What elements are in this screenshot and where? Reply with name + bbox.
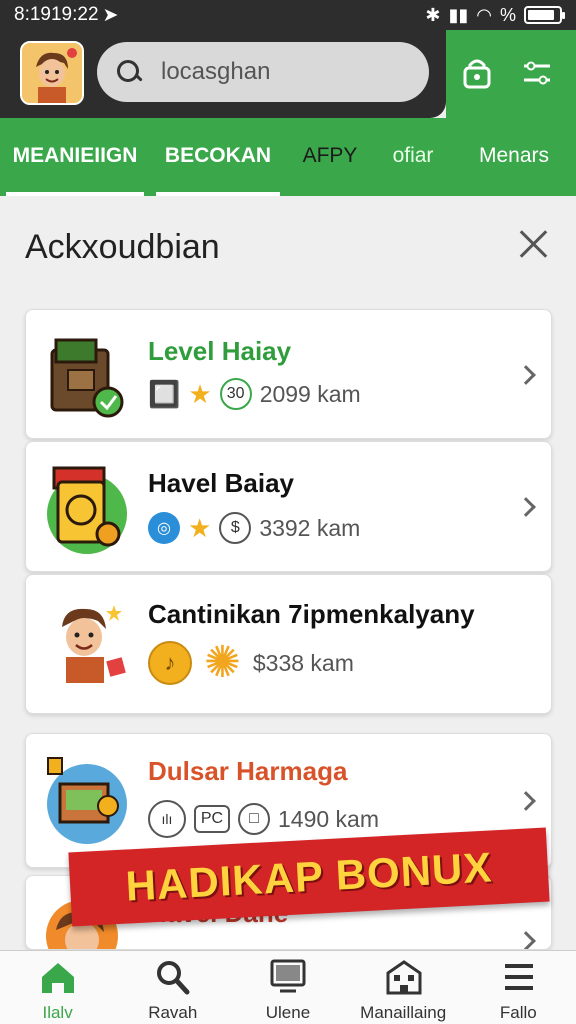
status-bar: 8:1919:22 ➤ ✱ ▮▮ ◠ % — [0, 0, 576, 30]
card-title-text: Level Haiay — [148, 336, 292, 366]
card-title: Dulsar Harmaga — [148, 756, 347, 787]
nav-menu[interactable]: Fallo — [461, 951, 576, 1024]
nav-label: Ulene — [265, 1003, 311, 1022]
nav-label: Ilalv — [42, 1003, 73, 1022]
menu-icon — [504, 964, 533, 990]
star-icon: ★ — [188, 378, 212, 409]
card-meta: ♪ ✺ $338 kam — [148, 641, 354, 685]
card-distance: $338 kam — [252, 649, 354, 676]
chevron-right-icon — [516, 497, 536, 517]
tab-becokan[interactable]: BECOKAN — [150, 118, 286, 196]
wifi-icon: ◠ — [476, 4, 492, 25]
pc-badge-text: PC — [200, 810, 224, 827]
building-icon — [386, 960, 422, 995]
card-title-text: Dulsar Harmaga — [148, 756, 348, 786]
search-icon — [115, 58, 143, 86]
location-icon: ➤ — [102, 4, 119, 26]
card-title: Cantinikan 7ipmenkalyany — [148, 599, 475, 630]
bottom-nav: Ilalv Ravah Ulene Manaillaing Fallo — [0, 950, 576, 1024]
30-badge-icon: 30 — [219, 378, 252, 410]
chevron-right-icon — [516, 791, 536, 811]
nav-monitor[interactable]: Ulene — [230, 951, 345, 1024]
card-title-text: Cantinikan 7ipmenkalyany — [148, 599, 475, 629]
tab-afpy[interactable]: AFPY — [286, 118, 374, 196]
tab-meanieiign[interactable]: MEANIEIIGN — [0, 118, 150, 196]
compass-icon: ◎ — [148, 512, 180, 544]
tab-menars[interactable]: Menars — [452, 118, 576, 196]
nav-home[interactable]: Ilalv — [0, 951, 115, 1024]
section-title: Ackxoudbian — [25, 228, 220, 266]
avatar-illustration — [22, 43, 82, 103]
chest-icon — [42, 754, 132, 844]
filter-icon[interactable] — [520, 56, 554, 90]
card-distance: 3392 kam — [259, 514, 361, 541]
app-header: locasghan — [0, 30, 576, 118]
dollar-icon: $ — [219, 512, 252, 544]
profile-avatar[interactable] — [20, 41, 84, 105]
search-icon — [157, 961, 190, 995]
chevron-right-icon — [516, 931, 536, 949]
card-title-text: Havel Baiay — [148, 468, 294, 498]
nav-label: Ravah — [148, 1003, 198, 1022]
star-icon: ★ — [188, 512, 212, 543]
search-placeholder: locasghan — [161, 58, 271, 85]
card-meta: ılı PC □ 1490 kam — [148, 800, 379, 838]
character-icon — [42, 597, 132, 687]
home-icon — [42, 963, 74, 993]
monitor-icon — [270, 959, 306, 993]
chest-icon — [42, 330, 132, 420]
chevron-right-icon — [516, 365, 536, 385]
battery-icon — [524, 6, 565, 24]
card-meta: ◎ ★ $ 3392 kam — [148, 512, 360, 544]
nav-label: Manaillaing — [360, 1003, 447, 1022]
list-item[interactable]: Cantinikan 7ipmenkalyany ♪ ✺ $338 kam — [25, 574, 552, 714]
status-time-group: 8:1919:22 ➤ — [14, 4, 118, 27]
bluetooth-icon: ✱ — [425, 4, 441, 25]
list-item[interactable]: Havel Baiay ◎ ★ $ 3392 kam — [25, 441, 552, 572]
card-meta: 🔲 ★ 30 2099 kam — [148, 378, 361, 410]
nav-search[interactable]: Ravah — [115, 951, 230, 1024]
nav-building[interactable]: Manaillaing — [346, 951, 461, 1024]
tab-ofiar[interactable]: ofiar — [374, 118, 452, 196]
lock-icon[interactable] — [460, 56, 494, 90]
coin-icon: ♪ — [148, 641, 192, 685]
sun-icon: ✺ — [204, 638, 241, 687]
card-distance: 2099 kam — [259, 380, 361, 407]
status-time: 8:1919:22 — [14, 4, 99, 25]
battery-percent: % — [499, 4, 516, 25]
signal-icon: ▮▮ — [448, 4, 469, 25]
list-item[interactable]: Level Haiay 🔲 ★ 30 2099 kam — [25, 309, 552, 439]
category-tabs: MEANIEIIGN BECOKAN AFPY ofiar Menars — [0, 118, 576, 196]
banner-text: HADIKAP BONUX — [124, 843, 494, 910]
status-icons: ✱ ▮▮ ◠ % — [425, 4, 565, 26]
card-distance: 1490 kam — [278, 805, 380, 832]
card-title: Level Haiay — [148, 336, 291, 367]
chip-icon: 🔲 — [148, 378, 181, 409]
search-bar[interactable]: locasghan — [97, 42, 429, 102]
box-icon: □ — [238, 803, 270, 835]
badge-text: 30 — [226, 385, 245, 402]
trophy-icon — [42, 464, 132, 554]
pc-icon: PC — [194, 805, 230, 833]
close-icon[interactable] — [516, 226, 552, 262]
chart-icon: ılı — [148, 800, 186, 838]
card-title: Havel Baiay — [148, 468, 294, 499]
nav-label: Fallo — [499, 1003, 537, 1022]
